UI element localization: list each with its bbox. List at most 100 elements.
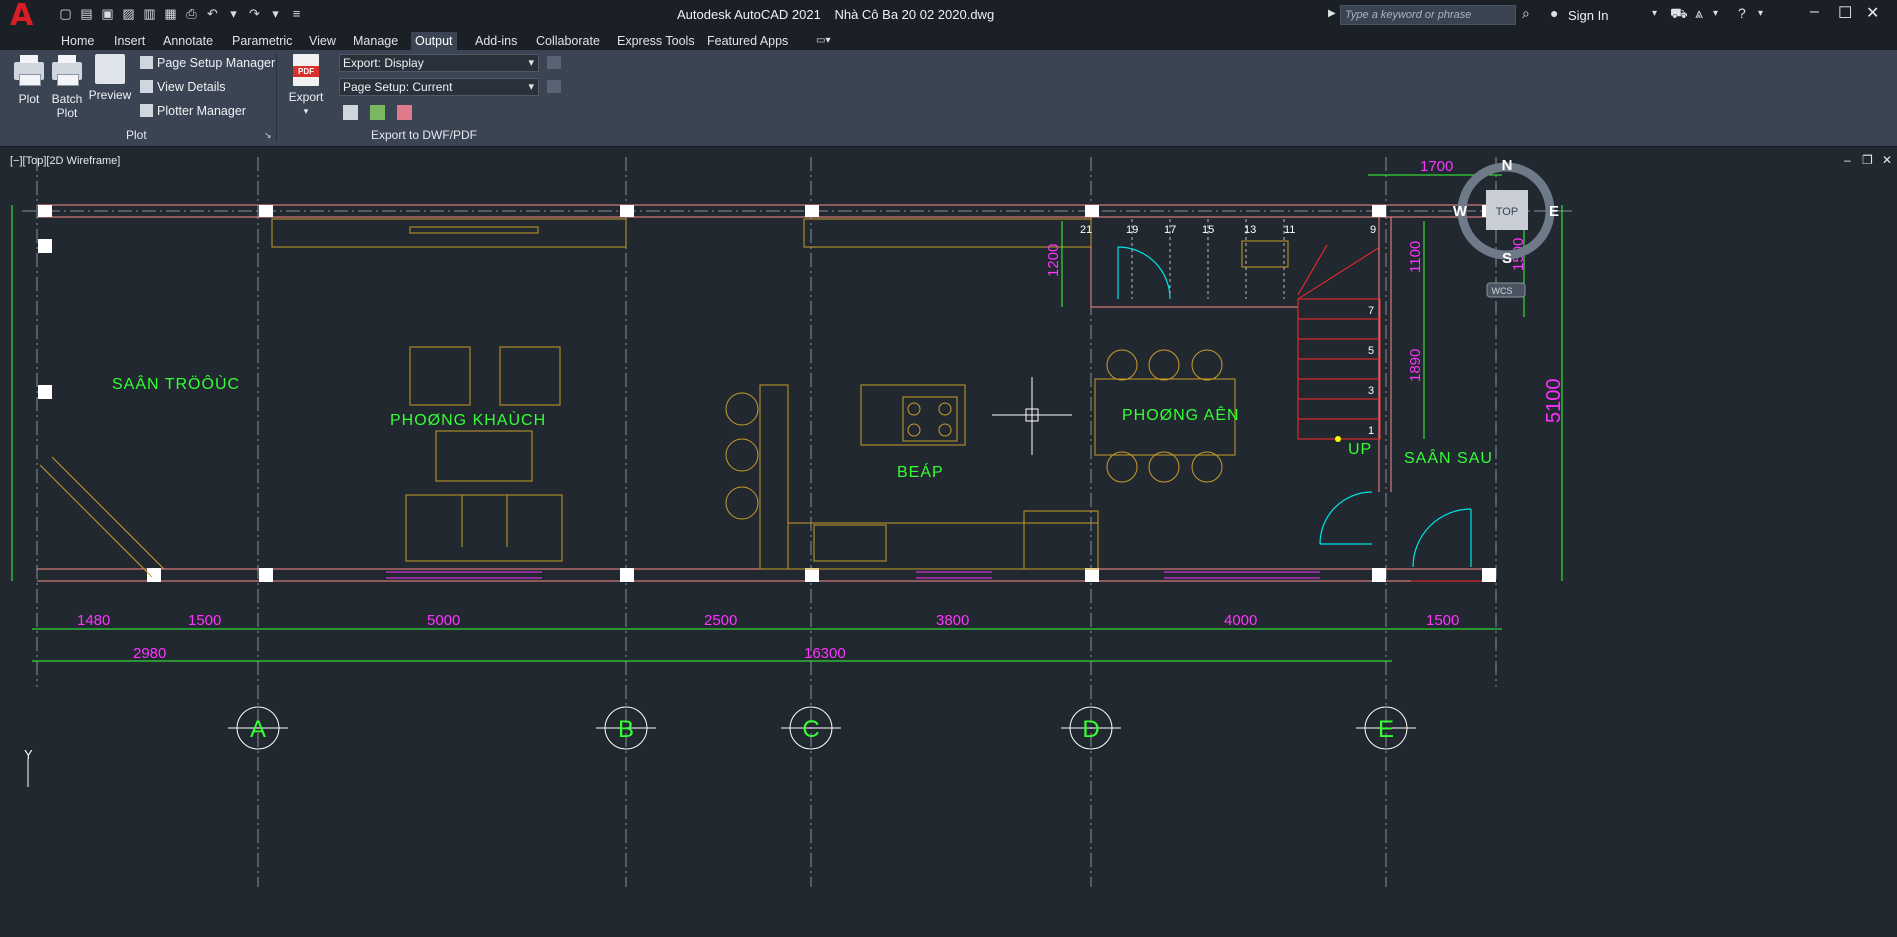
preview-icon: [95, 54, 125, 84]
stair-number: 7: [1368, 305, 1374, 317]
tab-add-ins[interactable]: Add-ins: [471, 32, 521, 50]
compass-n[interactable]: N: [1502, 157, 1513, 174]
save-web-icon[interactable]: ▦: [163, 6, 178, 21]
autodesk-app-icon[interactable]: ⩓: [1695, 5, 1703, 22]
dimension-texts: 1480 1500 5000 2500 3800 4000 1500 2980 …: [77, 158, 1565, 662]
export-display-select[interactable]: Export: Display: [339, 54, 539, 72]
app-dropdown-icon[interactable]: ▾: [1713, 8, 1718, 19]
tab-view[interactable]: View: [305, 32, 340, 50]
tab-home[interactable]: Home: [57, 32, 98, 50]
crosshair-cursor: [992, 377, 1072, 455]
stair-number: 17: [1164, 224, 1176, 236]
save-icon[interactable]: ▣: [100, 6, 115, 21]
floor-plan-drawing: SAÂN TRÖÔÙC PHOØNG KHAÙCH BEÁP PHOØNG AÊ…: [11, 157, 1572, 887]
customize-qat-icon[interactable]: ≡: [289, 6, 304, 21]
grid-axis-label: C: [802, 716, 819, 743]
export-dropdown-icon: ▾: [303, 106, 309, 116]
compass-w[interactable]: W: [1453, 203, 1468, 220]
compass-s[interactable]: S: [1502, 250, 1512, 267]
stair-number: 3: [1368, 385, 1374, 397]
help-icon[interactable]: ?: [1738, 5, 1746, 21]
tab-parametric[interactable]: Parametric: [228, 32, 296, 50]
auto-publish-icon[interactable]: [397, 105, 412, 120]
new-file-icon[interactable]: ▢: [58, 6, 73, 21]
printer-icon: [12, 54, 46, 88]
signin-dropdown-icon[interactable]: ▾: [1652, 8, 1657, 19]
dimension-text: 1500: [188, 612, 221, 629]
tab-collaborate[interactable]: Collaborate: [532, 32, 604, 50]
plotter-manager-button[interactable]: Plotter Manager: [140, 104, 246, 118]
undo-icon[interactable]: ↶: [205, 6, 220, 21]
room-label: PHOØNG KHAÙCH: [390, 410, 546, 429]
sign-in-link[interactable]: Sign In: [1568, 8, 1608, 23]
dimension-text: 5000: [427, 612, 460, 629]
search-input[interactable]: [1341, 6, 1515, 24]
export-button[interactable]: PDF Export ▾: [286, 54, 326, 118]
window-select-icon[interactable]: [547, 56, 561, 69]
tab-featured-apps[interactable]: Featured Apps: [703, 32, 792, 50]
plot-panel-launcher-icon[interactable]: ↘: [264, 130, 272, 141]
minimize-icon[interactable]: –: [1810, 3, 1819, 21]
close-icon[interactable]: ✕: [1866, 3, 1879, 23]
batch-plot-button[interactable]: Batch Plot: [48, 54, 86, 120]
page-setup-label: Page Setup Manager: [157, 56, 276, 70]
expand-search-icon[interactable]: ▶: [1328, 8, 1336, 19]
pdf-icon: PDF: [293, 54, 319, 86]
view-details-button[interactable]: View Details: [140, 80, 226, 94]
dimension-text: 1100: [1407, 241, 1424, 273]
stair-number: 13: [1244, 224, 1256, 236]
redo-icon[interactable]: ↷: [247, 6, 262, 21]
room-label: SAÂN TRÖÔÙC: [112, 374, 240, 393]
tab-insert[interactable]: Insert: [110, 32, 149, 50]
ucs-icon: Y: [24, 747, 33, 787]
grid-axis-label: D: [1082, 716, 1099, 743]
page-setup-override-icon[interactable]: [547, 80, 561, 93]
cart-icon[interactable]: ⛟: [1670, 5, 1688, 24]
batch-printer-icon: [50, 54, 84, 88]
dimension-text: 2980: [133, 645, 166, 662]
title-bar: A ▢ ▤ ▣ ▨ ▥ ▦ ⎙ ↶ ▾ ↷ ▾ ≡ Autodesk AutoC…: [0, 0, 1897, 32]
grid-bubbles: A B C D E: [228, 706, 1416, 750]
viewcube[interactable]: TOP N S W E WCS: [1453, 157, 1559, 298]
stair-number: 5: [1368, 345, 1374, 357]
batch-plot-label: Batch: [51, 92, 83, 106]
tab-express-tools[interactable]: Express Tools: [613, 32, 699, 50]
compass-e[interactable]: E: [1549, 203, 1559, 220]
tab-output[interactable]: Output: [411, 32, 457, 50]
drawing-viewport[interactable]: [−][Top][2D Wireframe] – ❐ ✕ SAÂN TRÖÔÙC…: [2, 147, 1897, 937]
stair: [1297, 244, 1482, 582]
export-label: Export: [288, 90, 324, 104]
preview-button[interactable]: Preview: [88, 54, 132, 102]
open-file-icon[interactable]: ▤: [79, 6, 94, 21]
tab-annotate[interactable]: Annotate: [159, 32, 217, 50]
search-box: [1340, 5, 1516, 25]
preview-export-icon[interactable]: [343, 105, 358, 120]
batch-plot-label-2: Plot: [56, 106, 78, 120]
preview-label: Preview: [88, 88, 132, 102]
search-icon[interactable]: ⌕: [1522, 5, 1530, 22]
grid-axis-label: E: [1378, 716, 1394, 743]
export-options-icon[interactable]: [370, 105, 385, 120]
plot-icon[interactable]: ⎙: [184, 6, 199, 21]
maximize-icon[interactable]: ☐: [1838, 3, 1852, 23]
dimension-text: 3800: [936, 612, 969, 629]
stair-number: 9: [1370, 224, 1376, 236]
stair-up-label: UP: [1348, 441, 1372, 458]
plot-button[interactable]: Plot: [10, 54, 48, 106]
workspace-menu-icon[interactable]: ▭▾: [812, 32, 834, 50]
autocad-logo[interactable]: A: [10, 1, 40, 32]
grid-axis-label: B: [618, 716, 634, 743]
page-setup-select[interactable]: Page Setup: Current: [339, 78, 539, 96]
room-labels: SAÂN TRÖÔÙC PHOØNG KHAÙCH BEÁP PHOØNG AÊ…: [112, 374, 1493, 481]
undo-dropdown-icon[interactable]: ▾: [226, 6, 241, 21]
room-label: SAÂN SAU: [1404, 448, 1493, 467]
page-setup-manager-button[interactable]: Page Setup Manager: [140, 56, 275, 70]
redo-dropdown-icon[interactable]: ▾: [268, 6, 283, 21]
open-web-icon[interactable]: ▥: [142, 6, 157, 21]
dimension-text: 2500: [704, 612, 737, 629]
tab-manage[interactable]: Manage: [349, 32, 402, 50]
user-icon[interactable]: ●: [1550, 5, 1558, 21]
save-as-icon[interactable]: ▨: [121, 6, 136, 21]
axis-lines: [22, 157, 1572, 887]
help-dropdown-icon[interactable]: ▾: [1758, 8, 1763, 19]
